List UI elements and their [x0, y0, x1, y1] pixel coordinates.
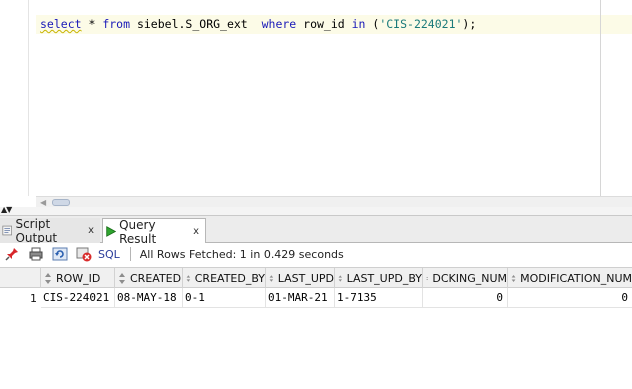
- sort-icon[interactable]: [44, 272, 52, 285]
- scrollbar-thumb[interactable]: [52, 199, 70, 206]
- toolbar-separator: [129, 247, 131, 261]
- sql-link[interactable]: SQL: [98, 248, 120, 261]
- tab-query-result-close-icon[interactable]: x: [193, 226, 199, 237]
- column-header-label: LAST_UPD: [277, 271, 334, 285]
- sql-column-name: row_id: [296, 17, 352, 31]
- column-header-last-upd[interactable]: LAST_UPD: [266, 268, 335, 288]
- row-number[interactable]: 1: [0, 288, 40, 308]
- column-header-modification-num[interactable]: MODIFICATION_NUM: [508, 268, 632, 288]
- result-toolbar: SQL All Rows Fetched: 1 in 0.429 seconds: [0, 243, 632, 265]
- sort-icon[interactable]: [118, 272, 126, 285]
- tab-script-output-label: Script Output: [15, 216, 58, 245]
- cell-created-by[interactable]: 0-1: [183, 288, 266, 308]
- cell-created[interactable]: 08-MAY-18: [115, 288, 183, 308]
- scroll-left-arrow-icon[interactable]: ◀: [40, 198, 46, 207]
- sql-keyword-select: select: [40, 17, 82, 31]
- sql-statement[interactable]: select * from siebel.S_ORG_ext where row…: [40, 17, 476, 31]
- table-row[interactable]: 1 CIS-224021 08-MAY-18 0-1 01-MAR-21 1-7…: [0, 288, 632, 308]
- column-header-dcking-num[interactable]: DCKING_NUM: [423, 268, 508, 288]
- sort-icon[interactable]: [186, 272, 191, 285]
- column-header-label: MODIFICATION_NUM: [520, 271, 632, 285]
- sql-table-name: siebel.S_ORG_ext: [130, 17, 262, 31]
- pin-icon[interactable]: [4, 246, 20, 262]
- tab-script-output[interactable]: Script Output x: [0, 216, 100, 245]
- sql-string-literal: 'CIS-224021': [379, 17, 463, 31]
- print-icon[interactable]: [28, 246, 44, 262]
- cancel-icon[interactable]: [76, 246, 92, 262]
- sort-icon[interactable]: [511, 272, 516, 285]
- sort-icon[interactable]: [426, 272, 429, 285]
- column-header-created-by[interactable]: CREATED_BY: [183, 268, 266, 288]
- sql-keyword-from: from: [102, 17, 131, 31]
- run-triangle-icon: [106, 226, 117, 237]
- column-header-created[interactable]: CREATED: [115, 268, 183, 288]
- sql-close-paren: );: [462, 17, 477, 31]
- sort-icon[interactable]: [338, 272, 343, 285]
- line-gutter: [0, 0, 29, 196]
- sql-keyword-in: in: [351, 17, 366, 31]
- cell-dcking-num[interactable]: 0: [423, 288, 508, 308]
- sql-keyword-where: where: [261, 17, 297, 31]
- sql-open-paren: (: [365, 17, 380, 31]
- column-header-label: CREATED: [130, 271, 182, 285]
- right-margin-line: [600, 0, 601, 196]
- splitter-collapse-arrows-icon[interactable]: ▲▼: [1, 205, 12, 214]
- row-number-header: [0, 268, 41, 288]
- column-header-last-upd-by[interactable]: LAST_UPD_BY: [335, 268, 423, 288]
- script-output-icon: [2, 225, 13, 236]
- pane-splitter[interactable]: ▲▼: [0, 205, 632, 216]
- grid-header-row: ROW_ID CREATED CREATED_BY LAST_UPD LAST_…: [0, 267, 632, 288]
- column-header-label: CREATED_BY: [194, 271, 265, 285]
- column-header-row-id[interactable]: ROW_ID: [41, 268, 115, 288]
- tab-query-result[interactable]: Query Result x: [102, 217, 206, 246]
- column-header-label: ROW_ID: [56, 271, 101, 285]
- result-tab-bar: Script Output x Query Result x: [0, 216, 632, 246]
- column-header-label: LAST_UPD_BY: [346, 271, 422, 285]
- editor-horizontal-scrollbar[interactable]: ◀: [36, 196, 632, 207]
- sql-editor[interactable]: select * from siebel.S_ORG_ext where row…: [0, 0, 632, 196]
- tab-query-result-label: Query Result: [119, 217, 157, 246]
- tab-script-output-close-icon[interactable]: x: [88, 225, 94, 236]
- refresh-icon[interactable]: [52, 246, 68, 262]
- cell-last-upd[interactable]: 01-MAR-21: [266, 288, 335, 308]
- cell-modification-num[interactable]: 0: [508, 288, 632, 308]
- sql-star: *: [81, 17, 103, 31]
- cell-row-id[interactable]: CIS-224021: [41, 288, 115, 308]
- cell-last-upd-by[interactable]: 1-7135: [335, 288, 423, 308]
- sort-icon[interactable]: [269, 272, 274, 285]
- fetch-status-text: All Rows Fetched: 1 in 0.429 seconds: [139, 247, 344, 261]
- column-header-label: DCKING_NUM: [432, 271, 507, 285]
